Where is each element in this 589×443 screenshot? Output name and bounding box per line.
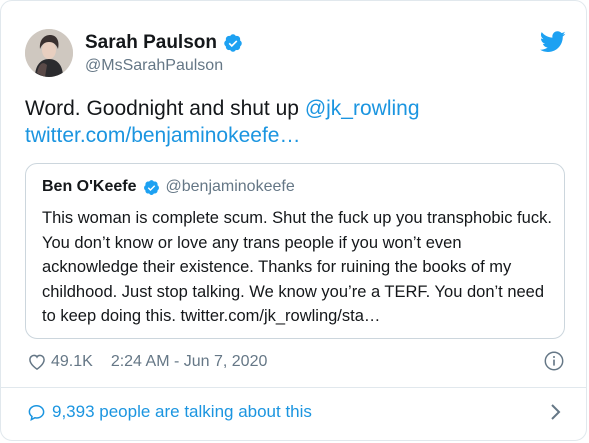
quoted-header: Ben O'Keefe @benjaminokeefe <box>42 178 295 196</box>
tweet-timestamp[interactable]: 2:24 AM - Jun 7, 2020 <box>111 353 268 371</box>
info-icon[interactable] <box>543 350 565 372</box>
tweet-body-text: Word. Goodnight and shut up <box>25 97 305 120</box>
avatar-photo <box>25 29 73 77</box>
twitter-bird-icon[interactable] <box>540 31 566 53</box>
tweet-text: Word. Goodnight and shut up @jk_rowling … <box>25 95 565 149</box>
verified-badge-icon <box>143 179 159 195</box>
author-handle[interactable]: @MsSarahPaulson <box>85 57 223 75</box>
quoted-author-name: Ben O'Keefe <box>42 178 137 195</box>
like-count[interactable]: 49.1K <box>51 353 93 371</box>
chevron-right-icon[interactable] <box>549 402 563 422</box>
divider <box>1 387 586 388</box>
verified-badge-icon <box>224 34 242 52</box>
quoted-author-handle: @benjaminokeefe <box>165 178 295 195</box>
quoted-tweet[interactable]: Ben O'Keefe @benjaminokeefe This woman i… <box>25 163 565 339</box>
author-name-row[interactable]: Sarah Paulson <box>85 32 243 54</box>
tweet-url-link[interactable]: twitter.com/benjaminokeefe… <box>25 124 300 147</box>
tweet-card[interactable]: Sarah Paulson @MsSarahPaulson Word. Good… <box>0 0 587 441</box>
avatar[interactable] <box>25 29 73 77</box>
author-name[interactable]: Sarah Paulson <box>85 32 217 54</box>
mention-link[interactable]: @jk_rowling <box>305 97 420 120</box>
conversation-count-text[interactable]: 9,393 people are talking about this <box>52 402 312 422</box>
speech-bubble-icon <box>28 404 45 421</box>
conversation-link[interactable]: 9,393 people are talking about this <box>27 399 567 425</box>
quoted-text: This woman is complete scum. Shut the fu… <box>42 209 552 325</box>
tweet-meta-row: 49.1K 2:24 AM - Jun 7, 2020 <box>27 349 567 375</box>
heart-icon[interactable] <box>27 352 47 372</box>
